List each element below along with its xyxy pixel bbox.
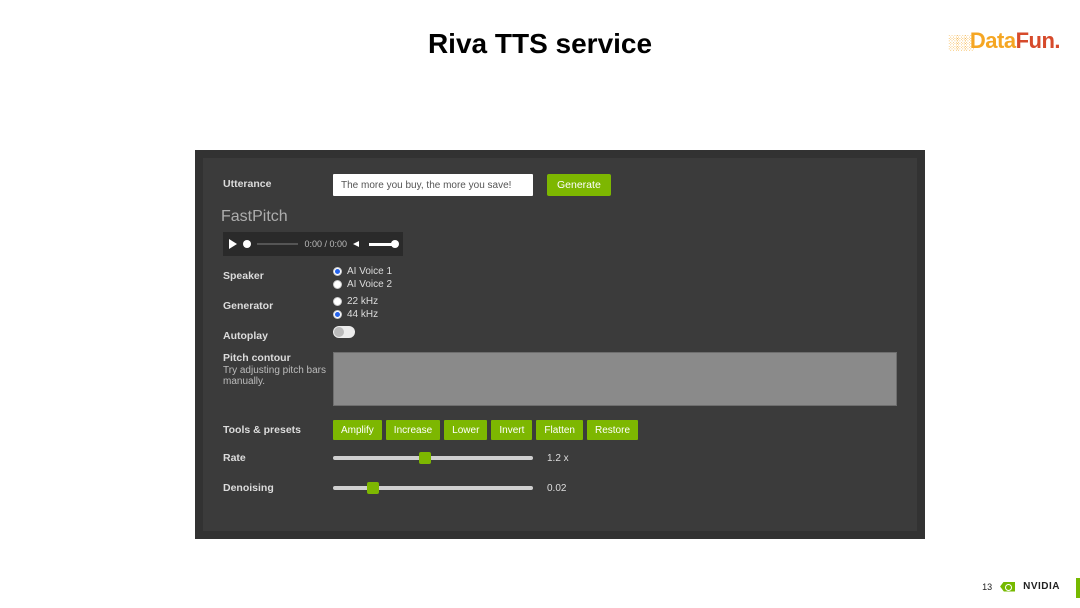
generator-row: Generator 22 kHz 44 kHz [223, 296, 897, 322]
radio-icon [333, 267, 342, 276]
volume-icon[interactable] [353, 239, 363, 249]
denoise-slider[interactable] [333, 486, 533, 490]
logo-dots-icon: ░░░ [948, 34, 972, 50]
rate-row: Rate 1.2 x [223, 452, 897, 464]
pitch-canvas[interactable] [333, 352, 897, 406]
autoplay-row: Autoplay [223, 326, 897, 342]
restore-button[interactable]: Restore [587, 420, 638, 440]
page-number: 13 [982, 582, 992, 592]
generator-option-44[interactable]: 44 kHz [333, 309, 897, 320]
rate-slider[interactable] [333, 456, 533, 460]
speaker-label: Speaker [223, 266, 333, 282]
lower-button[interactable]: Lower [444, 420, 487, 440]
rate-label: Rate [223, 452, 333, 464]
denoise-value: 0.02 [547, 483, 566, 494]
utterance-label: Utterance [223, 174, 333, 190]
tools-row: Tools & presets Amplify Increase Lower I… [223, 420, 897, 440]
radio-icon [333, 280, 342, 289]
pitch-row: Pitch contour Try adjusting pitch bars m… [223, 352, 897, 406]
speaker-row: Speaker AI Voice 1 AI Voice 2 [223, 266, 897, 292]
pitch-label: Pitch contour [223, 352, 333, 364]
increase-button[interactable]: Increase [386, 420, 440, 440]
generator-label: Generator [223, 296, 333, 312]
volume-slider[interactable] [369, 243, 397, 246]
speaker-option-1[interactable]: AI Voice 1 [333, 266, 897, 277]
fastpitch-heading: FastPitch [221, 208, 897, 226]
autoplay-toggle[interactable] [333, 326, 355, 338]
accent-bar [1076, 578, 1080, 598]
utterance-input[interactable]: The more you buy, the more you save! [333, 174, 533, 196]
app-panel-frame: Utterance The more you buy, the more you… [195, 150, 925, 539]
pitch-hint: Try adjusting pitch bars manually. [223, 365, 333, 387]
generator-option-22[interactable]: 22 kHz [333, 296, 897, 307]
app-panel: Utterance The more you buy, the more you… [203, 158, 917, 531]
seek-thumb[interactable] [243, 240, 251, 248]
slide-footer: 13 NVIDIA [982, 581, 1060, 592]
datafun-logo: ░░░DataFun. [948, 28, 1060, 54]
denoise-label: Denoising [223, 482, 333, 494]
invert-button[interactable]: Invert [491, 420, 532, 440]
rate-thumb[interactable] [419, 452, 431, 464]
autoplay-label: Autoplay [223, 326, 333, 342]
audio-player[interactable]: 0:00 / 0:00 [223, 232, 403, 256]
audio-time: 0:00 / 0:00 [304, 239, 347, 249]
rate-value: 1.2 x [547, 453, 569, 464]
radio-icon [333, 310, 342, 319]
page-title: Riva TTS service [0, 28, 1080, 60]
radio-icon [333, 297, 342, 306]
seek-track[interactable] [257, 243, 298, 245]
denoise-thumb[interactable] [367, 482, 379, 494]
speaker-option-2[interactable]: AI Voice 2 [333, 279, 897, 290]
utterance-row: Utterance The more you buy, the more you… [223, 174, 897, 196]
denoise-row: Denoising 0.02 [223, 482, 897, 494]
flatten-button[interactable]: Flatten [536, 420, 583, 440]
generate-button[interactable]: Generate [547, 174, 611, 196]
nvidia-eye-icon [1000, 582, 1015, 592]
tools-label: Tools & presets [223, 420, 333, 436]
amplify-button[interactable]: Amplify [333, 420, 382, 440]
play-icon[interactable] [229, 239, 237, 249]
nvidia-logo-text: NVIDIA [1023, 581, 1060, 592]
